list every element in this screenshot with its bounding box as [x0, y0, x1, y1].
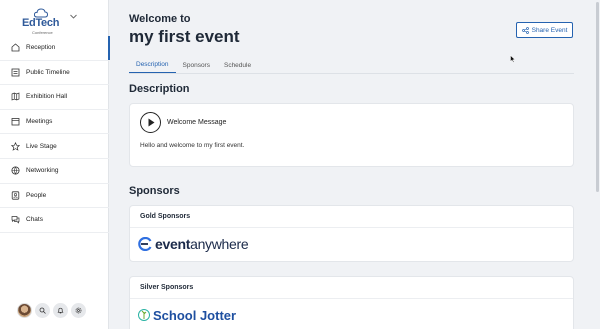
search-button[interactable] [35, 303, 50, 318]
star-icon [11, 141, 20, 151]
scrollbar-thumb[interactable] [596, 2, 599, 192]
sidebar-item-exhibition-hall[interactable]: Exhibition Hall [0, 85, 109, 110]
map-icon [11, 92, 20, 102]
school-jotter-logo[interactable]: School Jotter [130, 299, 573, 329]
share-icon [521, 26, 529, 34]
sidebar-item-label: People [26, 191, 47, 199]
brand-sub: Conference [32, 30, 53, 35]
sidebar: EdTech Conference Reception Public Timel… [0, 0, 110, 329]
sidebar-item-label: Exhibition Hall [26, 93, 68, 101]
sponsors-heading: Sponsors [129, 185, 180, 197]
sidebar-item-public-timeline[interactable]: Public Timeline [0, 61, 109, 86]
search-icon [39, 307, 46, 314]
play-button[interactable] [140, 112, 161, 133]
sidebar-item-chats[interactable]: Chats [0, 208, 109, 233]
brand-logo[interactable]: EdTech Conference [22, 8, 64, 36]
notifications-button[interactable] [53, 303, 68, 318]
tab-schedule[interactable]: Schedule [217, 57, 258, 73]
home-icon [11, 43, 20, 52]
play-icon [148, 118, 154, 127]
avatar[interactable] [17, 303, 32, 318]
sidebar-item-meetings[interactable]: Meetings [0, 110, 109, 135]
sidebar-footer [17, 303, 86, 318]
mouse-cursor-icon [510, 55, 516, 63]
sidebar-item-label: Reception [26, 44, 56, 52]
share-event-button[interactable]: Share Event [516, 22, 573, 38]
description-card: Welcome Message Hello and welcome to my … [129, 103, 574, 167]
sidebar-nav: Reception Public Timeline Exhibition Hal… [0, 36, 110, 233]
sidebar-item-label: Live Stage [26, 142, 57, 150]
settings-button[interactable] [71, 303, 86, 318]
globe-icon [11, 166, 20, 175]
welcome-heading: Welcome to [129, 13, 191, 25]
description-heading: Description [129, 83, 190, 95]
gear-icon [75, 307, 82, 314]
sidebar-item-networking[interactable]: Networking [0, 159, 109, 184]
sidebar-item-label: Public Timeline [26, 68, 70, 76]
school-jotter-mark-icon [138, 309, 150, 321]
tab-divider [129, 73, 574, 74]
main-content: Welcome to my first event Share Event De… [109, 0, 600, 329]
gold-sponsors-card: Gold Sponsors eventanywhere [129, 205, 574, 262]
eventanywhere-logo[interactable]: eventanywhere [130, 228, 573, 260]
gold-sponsors-heading: Gold Sponsors [130, 206, 573, 228]
media-title: Welcome Message [167, 119, 227, 126]
brand-name: EdTech [22, 17, 60, 29]
sidebar-item-label: Meetings [26, 118, 53, 126]
page-title: my first event [129, 27, 240, 46]
chevron-down-icon[interactable] [70, 14, 77, 19]
person-icon [11, 191, 20, 200]
silver-sponsors-heading: Silver Sponsors [130, 277, 573, 299]
sidebar-item-label: Chats [26, 216, 43, 224]
eventanywhere-mark-icon [138, 237, 152, 251]
bell-icon [57, 307, 64, 314]
tab-bar: Description Sponsors Schedule [129, 57, 258, 73]
chat-icon [11, 215, 20, 225]
sidebar-item-people[interactable]: People [0, 184, 109, 209]
tab-sponsors[interactable]: Sponsors [176, 57, 217, 73]
description-text: Hello and welcome to my first event. [140, 142, 245, 149]
silver-sponsors-card: Silver Sponsors School Jotter [129, 276, 574, 329]
sidebar-item-label: Networking [26, 167, 59, 175]
sidebar-item-live-stage[interactable]: Live Stage [0, 134, 109, 159]
calendar-icon [11, 117, 20, 126]
eventanywhere-wordmark: eventanywhere [155, 236, 249, 252]
sidebar-item-reception[interactable]: Reception [0, 36, 110, 61]
timeline-icon [11, 68, 20, 77]
school-jotter-wordmark: School Jotter [153, 307, 237, 323]
share-button-label: Share Event [531, 26, 568, 34]
tab-description[interactable]: Description [129, 57, 176, 73]
scrollbar[interactable] [596, 0, 600, 329]
